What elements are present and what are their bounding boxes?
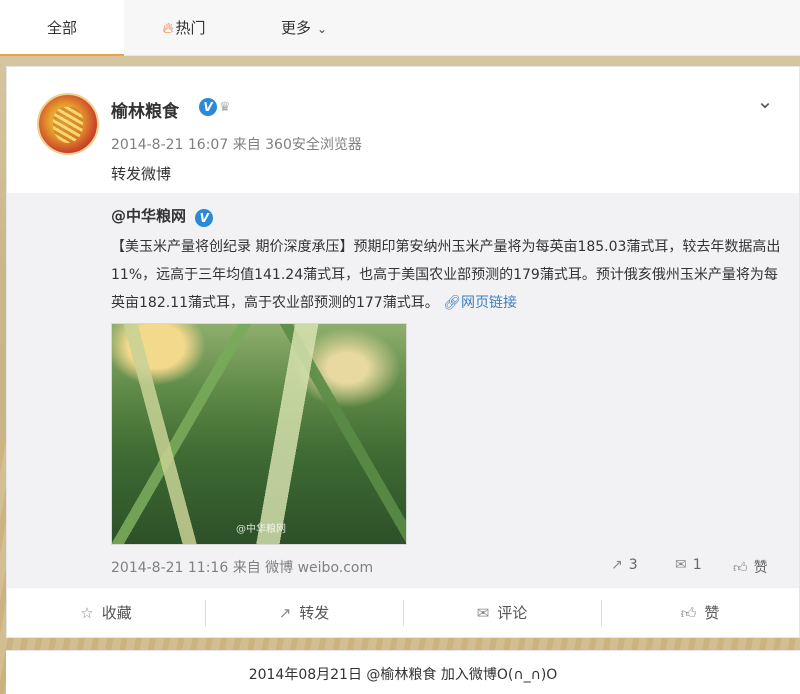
tab-all[interactable]: 全部 [0, 0, 124, 56]
crown-icon: ♛ [219, 100, 231, 115]
post-text: 转发微博 [111, 165, 172, 183]
post-username[interactable]: 榆林粮食 [111, 97, 179, 122]
comment-button[interactable]: ✉ 评论 [403, 588, 601, 638]
tab-hot-label: 热门 [175, 19, 206, 37]
repost-meta: 2014-8-21 11:16 来自 微博 weibo.com [111, 557, 373, 577]
thumbs-up-icon: 👍︎ [733, 560, 748, 576]
feed-card: 榆林粮食 V ♛ ⌄ 2014-8-21 16:07 来自 360安全浏览器 转… [6, 66, 800, 638]
chevron-down-icon: ⌄ [316, 22, 328, 36]
tab-all-label: 全部 [46, 19, 77, 37]
repost-label: 转发 [299, 604, 330, 622]
repost-count-button[interactable]: ↗ 3 [611, 557, 638, 573]
footer-text: 2014年08月21日 @榆林粮食 加入微博O(∩_∩)O [248, 667, 558, 683]
like-button[interactable]: 👍︎ 赞 [601, 588, 799, 638]
post-menu-chevron-icon[interactable]: ⌄ [753, 91, 777, 111]
repost-block: @中华粮网 V 【美玉米产量将创纪录 期价深度承压】预期印第安纳州玉米产量将为每… [7, 193, 799, 587]
comment-count-button[interactable]: ✉ 1 [675, 557, 702, 573]
fire-icon: 🔥︎ [162, 19, 174, 37]
repost-text-block: 【美玉米产量将创纪录 期价深度承压】预期印第安纳州玉米产量将为每英亩185.03… [111, 233, 791, 317]
thumbs-up-icon: 👍︎ [680, 604, 697, 622]
tab-hot[interactable]: 🔥︎ 热门 [124, 0, 244, 56]
comment-count: 1 [692, 557, 702, 573]
action-bar: ☆ 收藏 ↗ 转发 ✉ 评论 👍︎ 赞 [7, 587, 799, 637]
avatar[interactable] [37, 93, 99, 155]
comment-icon: ✉ [476, 604, 490, 622]
share-icon: ↗ [278, 604, 292, 622]
photo-watermark: @中华粮网 [236, 524, 286, 535]
like-label: 赞 [704, 604, 720, 622]
star-icon: ☆ [80, 604, 94, 622]
tab-more[interactable]: 更多 ⌄ [244, 0, 364, 56]
repost-timestamp[interactable]: 2014-8-21 11:16 [111, 560, 228, 576]
repost-username[interactable]: @中华粮网 V [111, 205, 214, 227]
corn-photo[interactable]: @中华粮网 [111, 323, 407, 545]
repost-button[interactable]: ↗ 转发 [205, 588, 403, 638]
footer-note: 2014年08月21日 @榆林粮食 加入微博O(∩_∩)O [6, 650, 800, 694]
post-source: 来自 360安全浏览器 [232, 137, 362, 153]
web-link[interactable]: 🔗︎网页链接 [443, 295, 517, 311]
web-link-label: 网页链接 [460, 295, 517, 311]
favorite-button[interactable]: ☆ 收藏 [7, 588, 205, 638]
post-meta: 2014-8-21 16:07 来自 360安全浏览器 [111, 134, 362, 154]
tab-bar: 全部 🔥︎ 热门 更多 ⌄ [0, 0, 800, 56]
repost-like-button[interactable]: 👍︎ 赞 [733, 557, 768, 577]
repost-verified-icon: V [195, 209, 214, 227]
tab-more-label: 更多 [280, 19, 311, 37]
post-timestamp[interactable]: 2014-8-21 16:07 [111, 137, 228, 153]
comment-label: 评论 [497, 604, 528, 622]
verified-icon: V [199, 98, 217, 116]
comment-icon: ✉ [675, 557, 687, 573]
repost-like-label: 赞 [753, 560, 768, 576]
repost-username-text: @中华粮网 [111, 207, 187, 225]
repost-source: 来自 微博 weibo.com [232, 560, 374, 576]
favorite-label: 收藏 [101, 604, 132, 622]
share-icon: ↗ [611, 557, 623, 573]
repost-count: 3 [628, 557, 638, 573]
